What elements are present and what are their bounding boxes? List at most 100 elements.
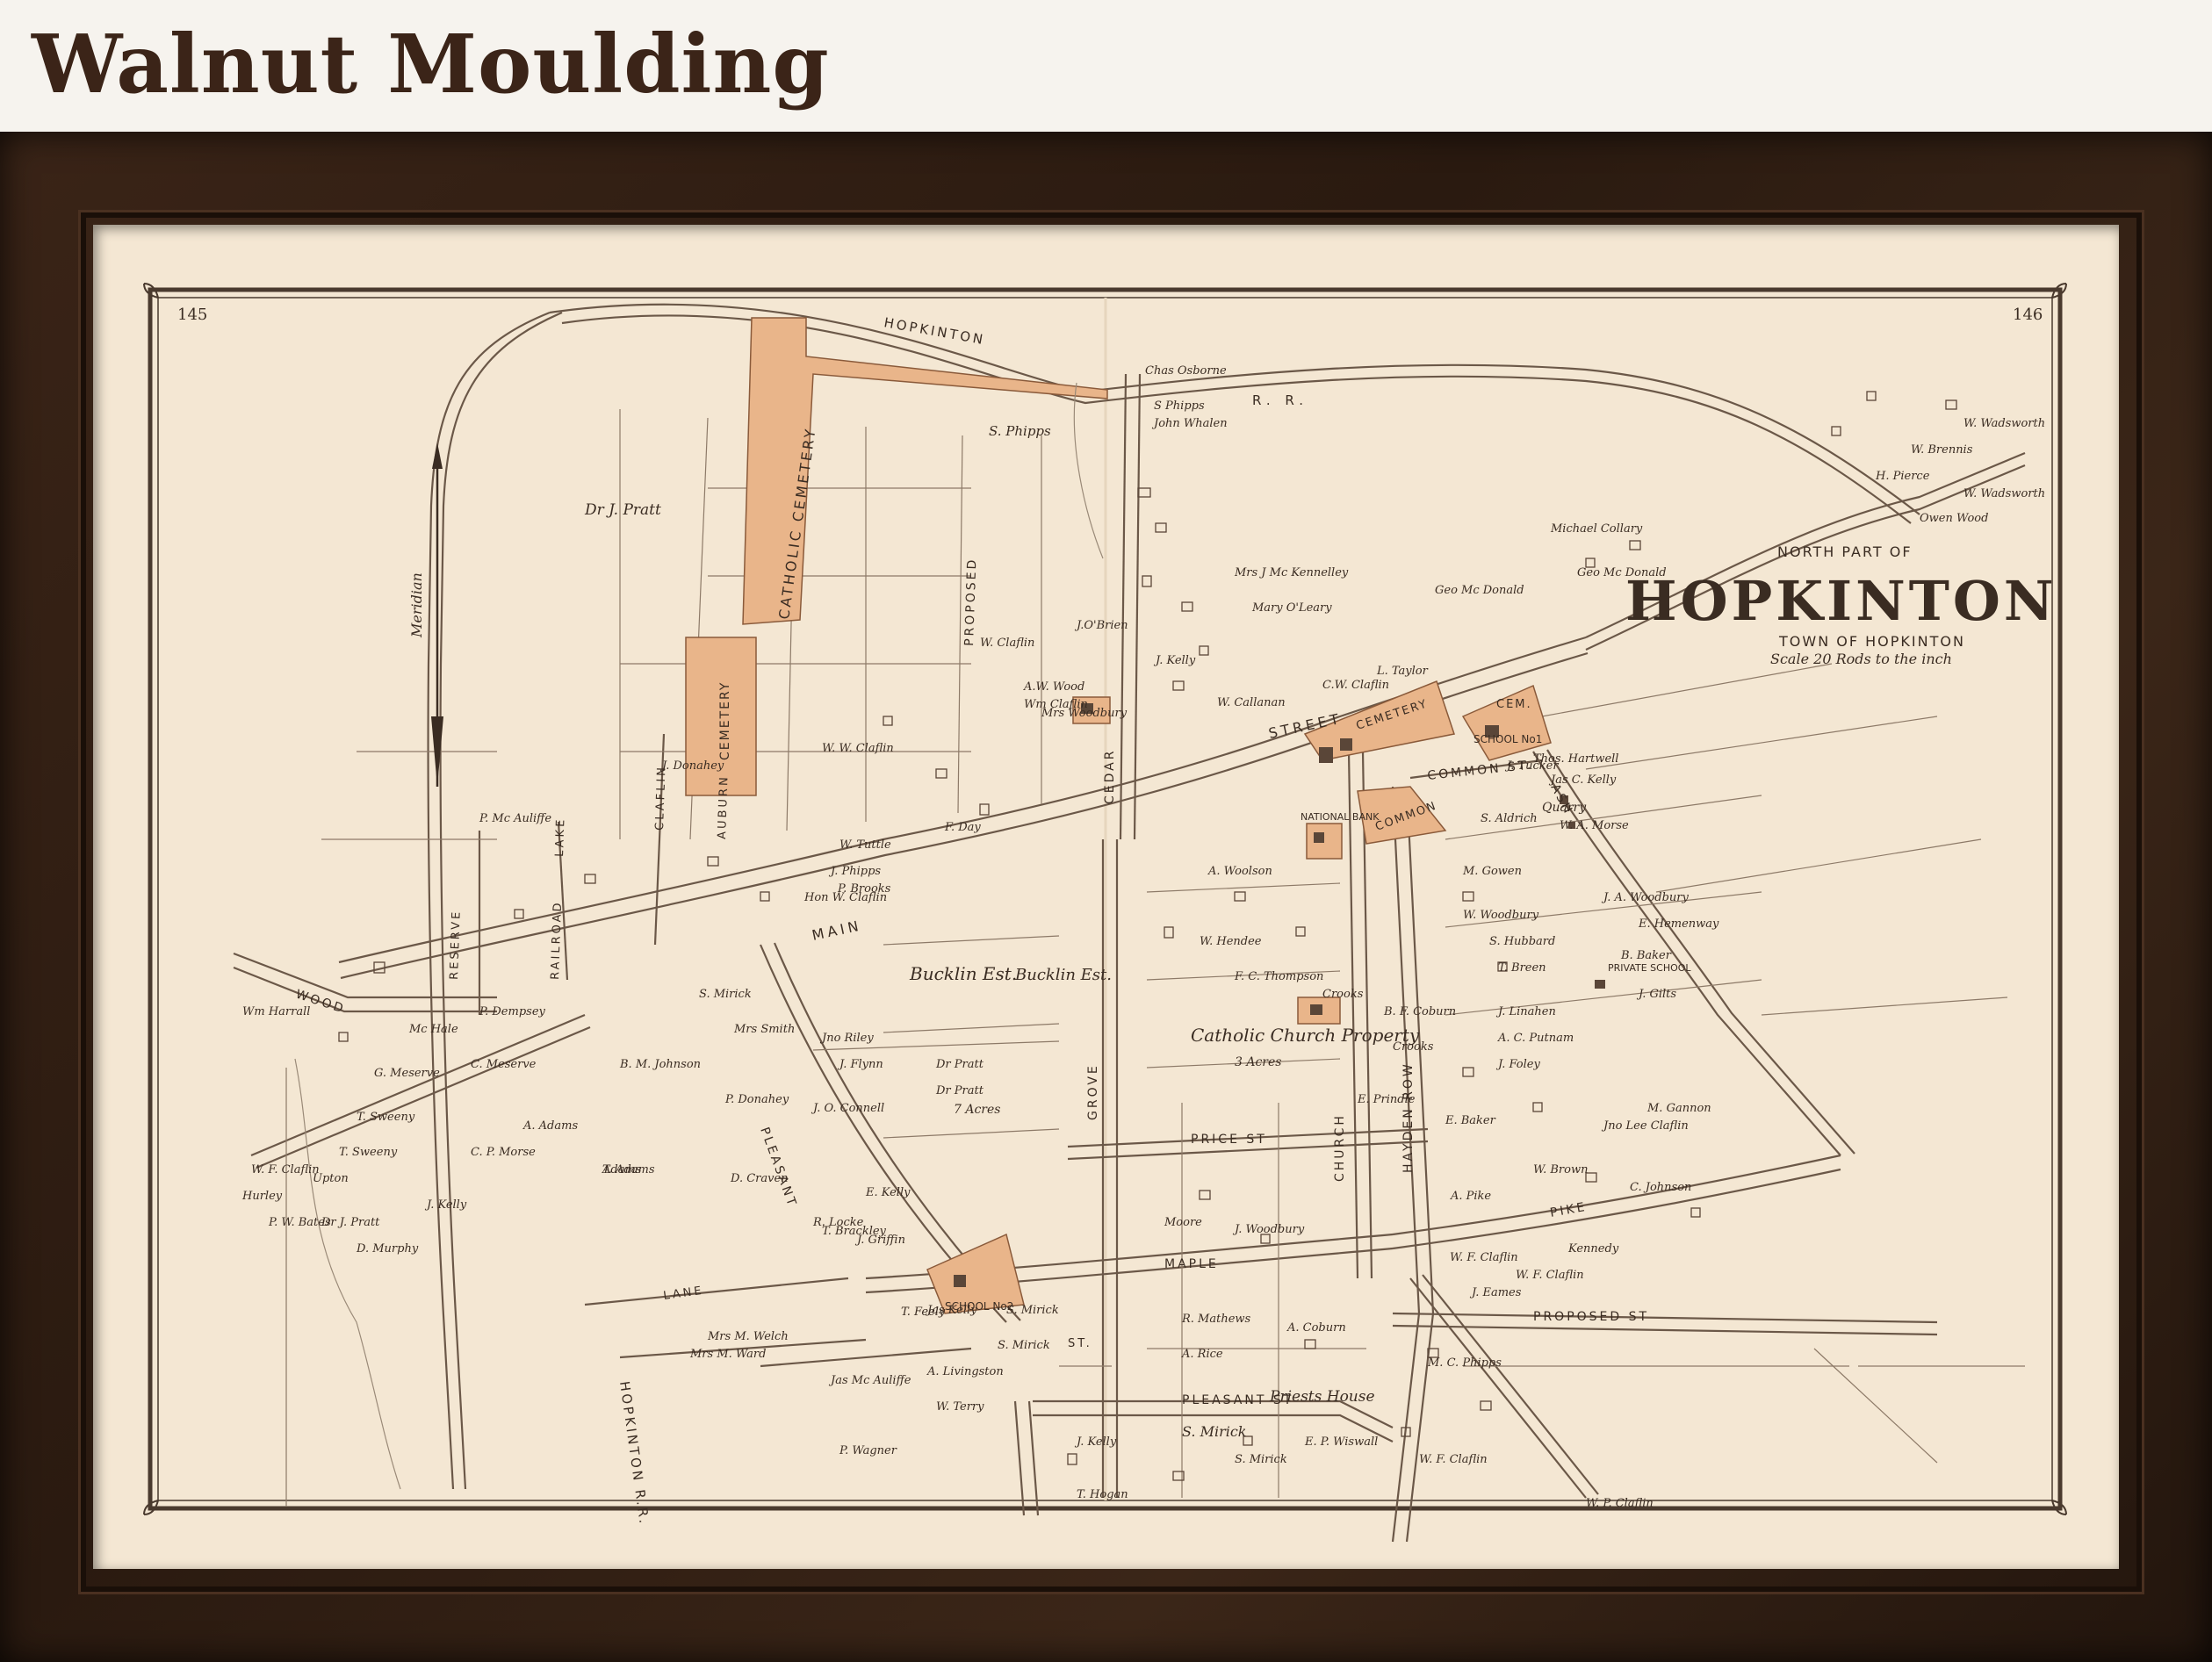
- page-header: Walnut Moulding: [0, 0, 2212, 132]
- street-labels: HOPKINTON R. R. HOPKINTON R.R. MAIN STRE…: [294, 314, 1649, 1527]
- street-maple: MAPLE: [1164, 1257, 1219, 1271]
- street-hopkinton-top: HOPKINTON: [883, 314, 986, 348]
- owner-label: Geo Mc Donald: [1435, 584, 1524, 597]
- label-catholic-church-property: Catholic Church Property: [1191, 1025, 1420, 1046]
- owner-label: C. Johnson: [1630, 1181, 1691, 1194]
- owner-label: Owen Wood: [1920, 512, 1988, 525]
- owner-label: Dr Pratt: [935, 1058, 984, 1071]
- owner-label: Hurley: [241, 1190, 283, 1203]
- street-price: PRICE ST: [1191, 1133, 1267, 1147]
- owner-label: S. Aldrich: [1481, 812, 1538, 825]
- owner-label: S. Mirick: [998, 1339, 1050, 1352]
- street-proposed: PROPOSED: [962, 557, 980, 646]
- owner-label: P. Dempsey: [479, 1005, 546, 1018]
- owner-label: M. C. Phipps: [1427, 1356, 1502, 1370]
- owner-label: T. Hogan: [1077, 1488, 1128, 1501]
- owner-label: Geo Mc Donald: [1577, 566, 1667, 579]
- owner-label: P. W. Bates: [268, 1216, 331, 1229]
- owner-label: J. Kelly: [1153, 654, 1196, 667]
- owner-label: S. Mirick: [1006, 1304, 1059, 1317]
- owner-label: B. M. Johnson: [619, 1058, 701, 1071]
- owner-label: A. Coburn: [1286, 1321, 1346, 1335]
- owner-label: S. Mirick: [1182, 1423, 1246, 1440]
- owner-label: J. Flynn: [837, 1058, 883, 1071]
- owner-label: D. Murphy: [356, 1242, 419, 1255]
- owner-label: Mrs Woodbury: [1041, 707, 1128, 720]
- owner-label: Moore: [1164, 1216, 1202, 1229]
- owner-label: J. A. Woodbury: [1601, 891, 1689, 904]
- street-hopkinton-rr-bottom: HOPKINTON R.R.: [616, 1380, 652, 1527]
- owner-label: J. Griffin: [854, 1234, 905, 1247]
- label-priests-house: Priests House: [1269, 1388, 1375, 1406]
- street-reserve: RESERVE: [448, 910, 464, 981]
- owner-label: Upton: [313, 1172, 349, 1185]
- owner-label: A. Livingston: [926, 1365, 1004, 1378]
- owner-label: W. F. Claflin: [1450, 1251, 1518, 1264]
- owner-label: D. Craven: [730, 1172, 789, 1185]
- owner-label: J. Donahey: [659, 759, 724, 773]
- owner-label: J. Eames: [1469, 1286, 1522, 1299]
- label-national-bank: NATIONAL BANK: [1301, 811, 1380, 823]
- owner-label: S. Mirick: [1235, 1453, 1287, 1466]
- owner-label: Jno Lee Claflin: [1601, 1119, 1689, 1133]
- roads: [233, 303, 2026, 1543]
- owner-label: J. Kelly: [1074, 1435, 1117, 1449]
- title-scale: Scale 20 Rods to the inch: [1770, 651, 1952, 667]
- building-outlines: [338, 391, 1957, 1481]
- street-claflin: CLAFLIN: [653, 765, 669, 831]
- label-three-acres: 3 Acres: [1235, 1055, 1281, 1069]
- owner-label: E. P. Wiswall: [1304, 1435, 1378, 1449]
- owner-label: B. F. Coburn: [1383, 1005, 1456, 1018]
- owner-label: Thos. Hartwell: [1533, 752, 1618, 766]
- owner-label: W. Hendee: [1200, 935, 1262, 948]
- street-st: ST.: [1068, 1337, 1092, 1350]
- label-bucklin-est-2: Bucklin Est.: [1014, 966, 1112, 984]
- owner-label: F. C. Thompson: [1234, 970, 1323, 983]
- header-title: Walnut Moulding: [32, 17, 830, 112]
- owner-label: Mrs Smith: [733, 1023, 795, 1036]
- label-cem: CEM.: [1496, 698, 1532, 711]
- street-rr-top: R. R.: [1252, 392, 1308, 408]
- map-svg: 145 146 Meridian NORTH PART OF HOPKINTON…: [143, 283, 2067, 1543]
- owner-label: Jno Riley: [819, 1032, 874, 1045]
- owner-label: S. Mirick: [699, 988, 752, 1001]
- owner-label: H. Pierce: [1875, 470, 1930, 483]
- owner-label: J. Kelly: [424, 1198, 467, 1212]
- label-pratt-7acres: 7 Acres: [954, 1103, 1000, 1117]
- owner-label: E. Hemenway: [1638, 917, 1719, 931]
- street-cedar: CEDAR: [1103, 749, 1117, 804]
- owner-label: W. Terry: [936, 1400, 984, 1414]
- owner-label: W. Tuttle: [839, 838, 891, 852]
- street-lane: LANE: [662, 1284, 704, 1303]
- owner-label: W. Brown: [1533, 1163, 1588, 1176]
- owner-label: T. Sweeny: [339, 1146, 398, 1159]
- owner-label: Jas C. Kelly: [1548, 773, 1617, 787]
- owner-label: G. Meserve: [374, 1067, 440, 1080]
- owner-label: John Whalen: [1151, 417, 1228, 430]
- owner-label: Mary O'Leary: [1251, 601, 1332, 615]
- owner-label: Mc Hale: [408, 1023, 458, 1036]
- owner-label: S. Phipps: [989, 423, 1051, 439]
- owner-label: W. W. Claflin: [822, 742, 894, 755]
- owner-label: C.W. Claflin: [1322, 679, 1389, 692]
- owner-label: M. Gannon: [1646, 1102, 1711, 1115]
- street-hayden-row: HAYDEN ROW: [1401, 1061, 1416, 1173]
- street-pleasant: PLEASANT: [757, 1126, 799, 1210]
- street-grove: GROVE: [1086, 1063, 1100, 1120]
- owner-label: Mrs J Mc Kennelley: [1234, 566, 1349, 579]
- owner-label: W. Claflin: [980, 637, 1034, 650]
- owner-label: J. Linahen: [1495, 1005, 1556, 1018]
- owner-label: C. P. Morse: [471, 1146, 536, 1159]
- owner-label: J. Phipps: [828, 865, 881, 878]
- street-proposed-st: PROPOSED ST: [1533, 1310, 1649, 1324]
- owner-label: J. O. Connell: [811, 1102, 884, 1115]
- owner-label: Mrs M. Welch: [707, 1330, 789, 1343]
- street-pike: PIKE: [1549, 1200, 1589, 1220]
- owner-label: F. Day: [944, 821, 981, 834]
- owner-labels: Dr J. Pratt S. Phipps Chas Osborne S Phi…: [241, 364, 2045, 1510]
- owner-label: W. F. Claflin: [251, 1163, 320, 1176]
- owner-label: W. Woodbury: [1463, 909, 1539, 922]
- owner-label: W. F. Claflin: [1419, 1453, 1488, 1466]
- owner-label: S Phipps: [1154, 399, 1205, 413]
- street-auburn: AUBURN: [716, 774, 731, 839]
